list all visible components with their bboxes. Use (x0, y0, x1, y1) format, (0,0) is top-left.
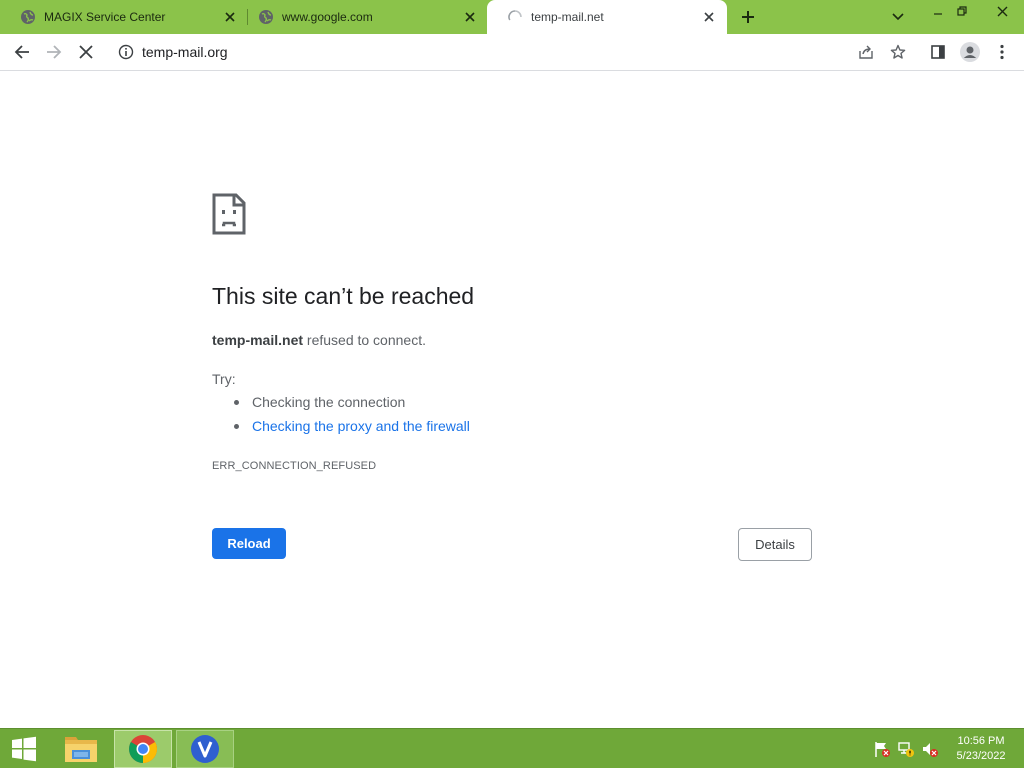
globe-icon (258, 9, 274, 25)
avatar-icon (960, 42, 980, 62)
new-tab-button[interactable] (736, 5, 760, 29)
forward-button[interactable] (40, 38, 68, 66)
error-host: temp-mail.net (212, 332, 304, 348)
reload-button[interactable]: Reload (212, 528, 286, 559)
address-bar[interactable]: temp-mail.org (108, 37, 918, 67)
suggestions-list: Checking the connection Checking the pro… (232, 393, 470, 441)
tab-magix[interactable]: MAGIX Service Center (0, 0, 248, 34)
url-text[interactable]: temp-mail.org (142, 44, 228, 60)
taskbar-chrome[interactable] (114, 730, 172, 768)
error-message: temp-mail.net refused to connect. (212, 332, 426, 348)
error-code: ERR_CONNECTION_REFUSED (212, 460, 377, 472)
info-icon[interactable] (118, 44, 134, 60)
clock-date: 5/23/2022 (956, 750, 1006, 762)
plus-icon (742, 11, 754, 23)
file-explorer-icon (65, 737, 97, 762)
close-tab-icon[interactable] (462, 9, 478, 25)
suggestion-check-proxy-link[interactable]: Checking the proxy and the firewall (232, 417, 470, 441)
taskbar: 10:56 PM 5/23/2022 (0, 728, 1024, 768)
tab-strip: MAGIX Service Center www.google.com temp… (0, 0, 1024, 34)
back-button[interactable] (8, 38, 36, 66)
error-title: This site can’t be reached (212, 283, 475, 309)
arrow-right-icon (47, 45, 62, 59)
share-button[interactable] (852, 38, 880, 66)
restore-icon (957, 6, 967, 16)
stop-loading-button[interactable] (72, 38, 100, 66)
details-button[interactable]: Details (738, 528, 812, 561)
sad-document-icon (212, 193, 246, 235)
clock-time: 10:56 PM (957, 735, 1005, 747)
arrow-left-icon (14, 45, 29, 59)
network-icon[interactable] (896, 739, 916, 759)
minimize-icon (934, 13, 942, 15)
v-app-icon (191, 735, 219, 763)
restore-button[interactable] (948, 0, 976, 22)
tab-title: MAGIX Service Center (44, 10, 166, 24)
suggestion-check-connection: Checking the connection (232, 393, 470, 417)
loading-spinner-icon (507, 9, 523, 25)
star-icon (890, 44, 906, 59)
profile-button[interactable] (956, 38, 984, 66)
menu-button[interactable] (988, 38, 1016, 66)
side-panel-icon (931, 45, 945, 59)
try-label: Try: (212, 371, 236, 387)
tab-title: www.google.com (282, 10, 373, 24)
chrome-icon (129, 735, 157, 763)
close-icon (997, 6, 1007, 16)
tab-temp-mail[interactable]: temp-mail.net (487, 0, 727, 34)
taskbar-file-explorer[interactable] (52, 730, 110, 768)
tab-search-button[interactable] (888, 7, 908, 27)
action-center-flag-icon[interactable] (872, 739, 892, 759)
windows-logo-icon (12, 736, 36, 762)
chevron-down-icon (892, 13, 904, 21)
tab-google[interactable]: www.google.com (238, 0, 488, 34)
system-clock[interactable]: 10:56 PM 5/23/2022 (944, 734, 1018, 764)
side-panel-button[interactable] (924, 38, 952, 66)
close-tab-icon[interactable] (701, 9, 717, 25)
globe-icon (20, 9, 36, 25)
close-tab-icon[interactable] (222, 9, 238, 25)
bookmark-button[interactable] (884, 38, 912, 66)
stop-icon (79, 45, 93, 59)
kebab-menu-icon (1000, 44, 1004, 60)
error-message-text: refused to connect. (303, 332, 426, 348)
start-button[interactable] (0, 729, 48, 769)
volume-muted-icon[interactable] (920, 739, 940, 759)
close-window-button[interactable] (982, 0, 1022, 22)
share-icon (859, 45, 873, 59)
page-content: This site can’t be reached temp-mail.net… (0, 71, 1024, 728)
tab-title: temp-mail.net (531, 10, 604, 24)
browser-toolbar: temp-mail.org (0, 34, 1024, 71)
taskbar-v-app[interactable] (176, 730, 234, 768)
